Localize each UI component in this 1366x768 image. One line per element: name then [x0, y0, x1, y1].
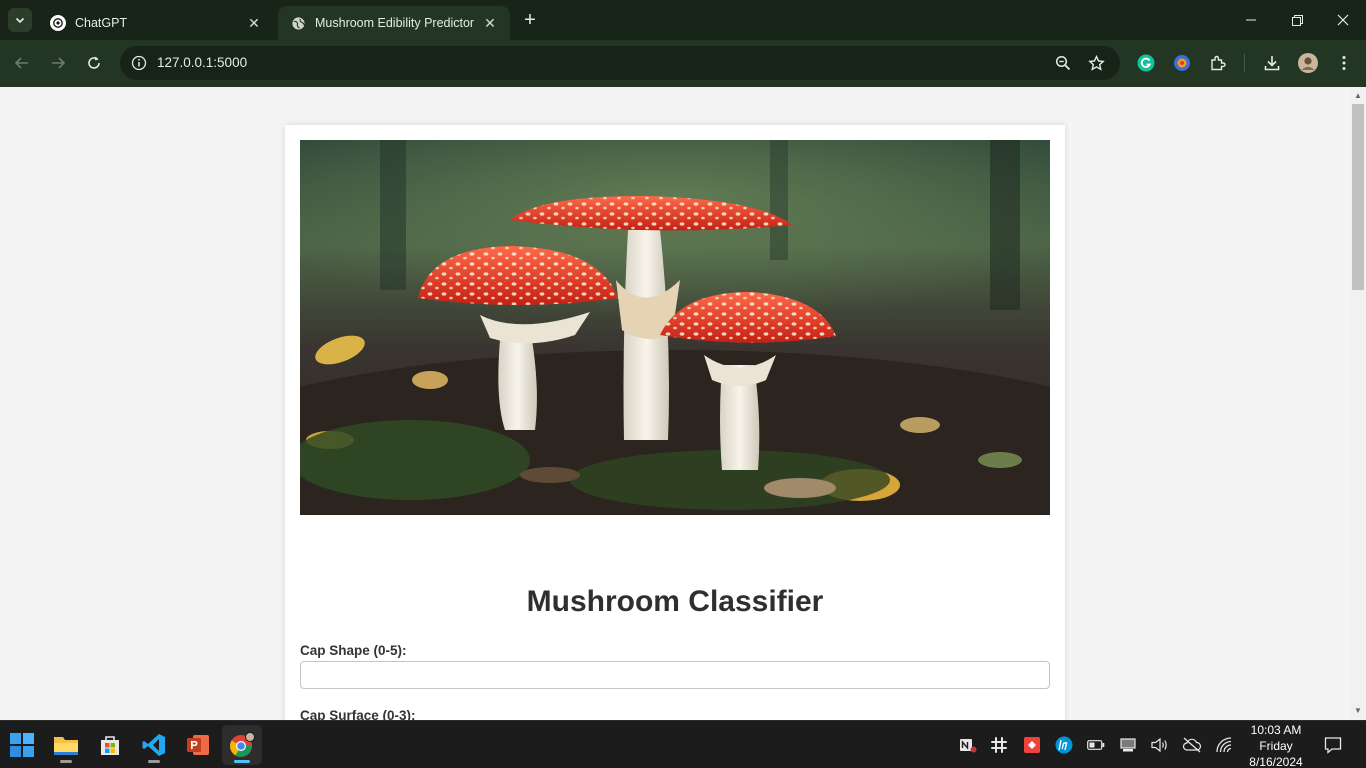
network-icon[interactable]	[1214, 734, 1236, 756]
close-tab-icon[interactable]: ✕	[246, 15, 262, 31]
tab-label: ChatGPT	[75, 16, 128, 30]
forward-button[interactable]	[46, 51, 70, 75]
extensions-puzzle-icon[interactable]	[1207, 52, 1229, 74]
profile-avatar[interactable]	[1297, 52, 1319, 74]
new-tab-button[interactable]: +	[520, 10, 540, 30]
zoom-icon[interactable]	[1053, 53, 1073, 73]
restore-button[interactable]	[1274, 0, 1320, 40]
arrow-left-icon	[14, 57, 28, 69]
toolbar-divider	[1244, 54, 1245, 72]
scroll-down-icon[interactable]: ▼	[1350, 704, 1366, 718]
chrome-icon	[230, 732, 255, 757]
bookmark-star-icon[interactable]	[1086, 53, 1106, 73]
powerpoint-icon	[187, 735, 209, 755]
menu-kebab-icon[interactable]	[1333, 52, 1355, 74]
taskbar-powerpoint[interactable]	[178, 725, 218, 765]
start-button[interactable]	[2, 725, 42, 765]
hp-tray-icon[interactable]	[1053, 734, 1075, 756]
globe-icon	[290, 15, 306, 31]
address-bar[interactable]: 127.0.0.1:5000	[120, 46, 1120, 80]
windows-taskbar: 10:03 AM Friday 8/16/2024	[0, 720, 1366, 768]
start-icon	[10, 733, 34, 757]
taskbar-microsoft-store[interactable]	[90, 725, 130, 765]
browser-title-bar: ChatGPT ✕ Mushroom Edibility Predictor ✕…	[0, 0, 1366, 40]
running-indicator	[60, 760, 72, 763]
minimize-button[interactable]	[1228, 0, 1274, 40]
tab-search-button[interactable]	[8, 8, 32, 32]
close-tab-icon[interactable]: ✕	[482, 15, 498, 31]
minimize-icon	[1246, 19, 1256, 21]
back-button[interactable]	[10, 51, 34, 75]
battery-saver-icon[interactable]	[1085, 734, 1107, 756]
volume-icon[interactable]	[1149, 734, 1171, 756]
site-info-icon[interactable]	[129, 53, 149, 73]
browser-toolbar: 127.0.0.1:5000	[0, 40, 1366, 87]
slack-tray-icon[interactable]	[988, 734, 1010, 756]
mushroom-hero-image	[300, 140, 1050, 515]
taskbar-vscode[interactable]	[134, 725, 174, 765]
taskbar-chrome[interactable]	[222, 725, 262, 765]
onenote-tray-icon[interactable]	[957, 734, 979, 756]
extension-icon[interactable]	[1171, 52, 1193, 74]
scrollbar-thumb[interactable]	[1352, 104, 1364, 290]
reload-icon	[88, 56, 100, 69]
clock-time: 10:03 AM	[1250, 723, 1302, 737]
microsoft-store-icon	[101, 736, 119, 755]
page-title: Mushroom Classifier	[526, 585, 824, 618]
clock-date: 8/16/2024	[1249, 755, 1303, 768]
close-window-button[interactable]	[1320, 0, 1366, 40]
running-indicator	[148, 760, 160, 763]
grammarly-extension-icon[interactable]	[1135, 52, 1157, 74]
cap-shape-input[interactable]	[300, 661, 1050, 689]
tab-mushroom-predictor[interactable]: Mushroom Edibility Predictor ✕	[278, 6, 510, 40]
cap-surface-label: Cap Surface (0-3):	[300, 708, 416, 720]
scroll-up-icon[interactable]: ▲	[1350, 89, 1366, 103]
tab-label: Mushroom Edibility Predictor	[315, 16, 475, 30]
downloads-icon[interactable]	[1261, 52, 1283, 74]
url-text[interactable]: 127.0.0.1:5000	[157, 55, 247, 70]
taskbar-clock[interactable]: 10:03 AM Friday 8/16/2024	[1244, 722, 1308, 768]
restore-icon	[1291, 14, 1303, 26]
vscode-icon	[142, 734, 165, 756]
reload-button[interactable]	[82, 51, 106, 75]
chatgpt-icon	[50, 15, 66, 31]
onedrive-offline-icon[interactable]	[1181, 734, 1203, 756]
anydesk-tray-icon[interactable]	[1021, 734, 1043, 756]
file-explorer-icon	[54, 737, 78, 755]
arrow-right-icon	[52, 57, 66, 69]
taskbar-file-explorer[interactable]	[46, 725, 86, 765]
classifier-card: Mushroom Classifier Cap Shape (0-5): Cap…	[285, 125, 1065, 720]
clock-day: Friday	[1259, 739, 1293, 753]
page-viewport: Mushroom Classifier Cap Shape (0-5): Cap…	[0, 87, 1350, 720]
storage-tray-icon[interactable]	[1117, 734, 1139, 756]
notification-center-icon[interactable]	[1322, 734, 1344, 756]
close-icon	[1337, 14, 1349, 26]
tab-chatgpt[interactable]: ChatGPT ✕	[38, 6, 274, 40]
running-indicator	[234, 760, 250, 763]
chevron-down-icon	[15, 17, 25, 24]
cap-shape-label: Cap Shape (0-5):	[300, 643, 407, 658]
